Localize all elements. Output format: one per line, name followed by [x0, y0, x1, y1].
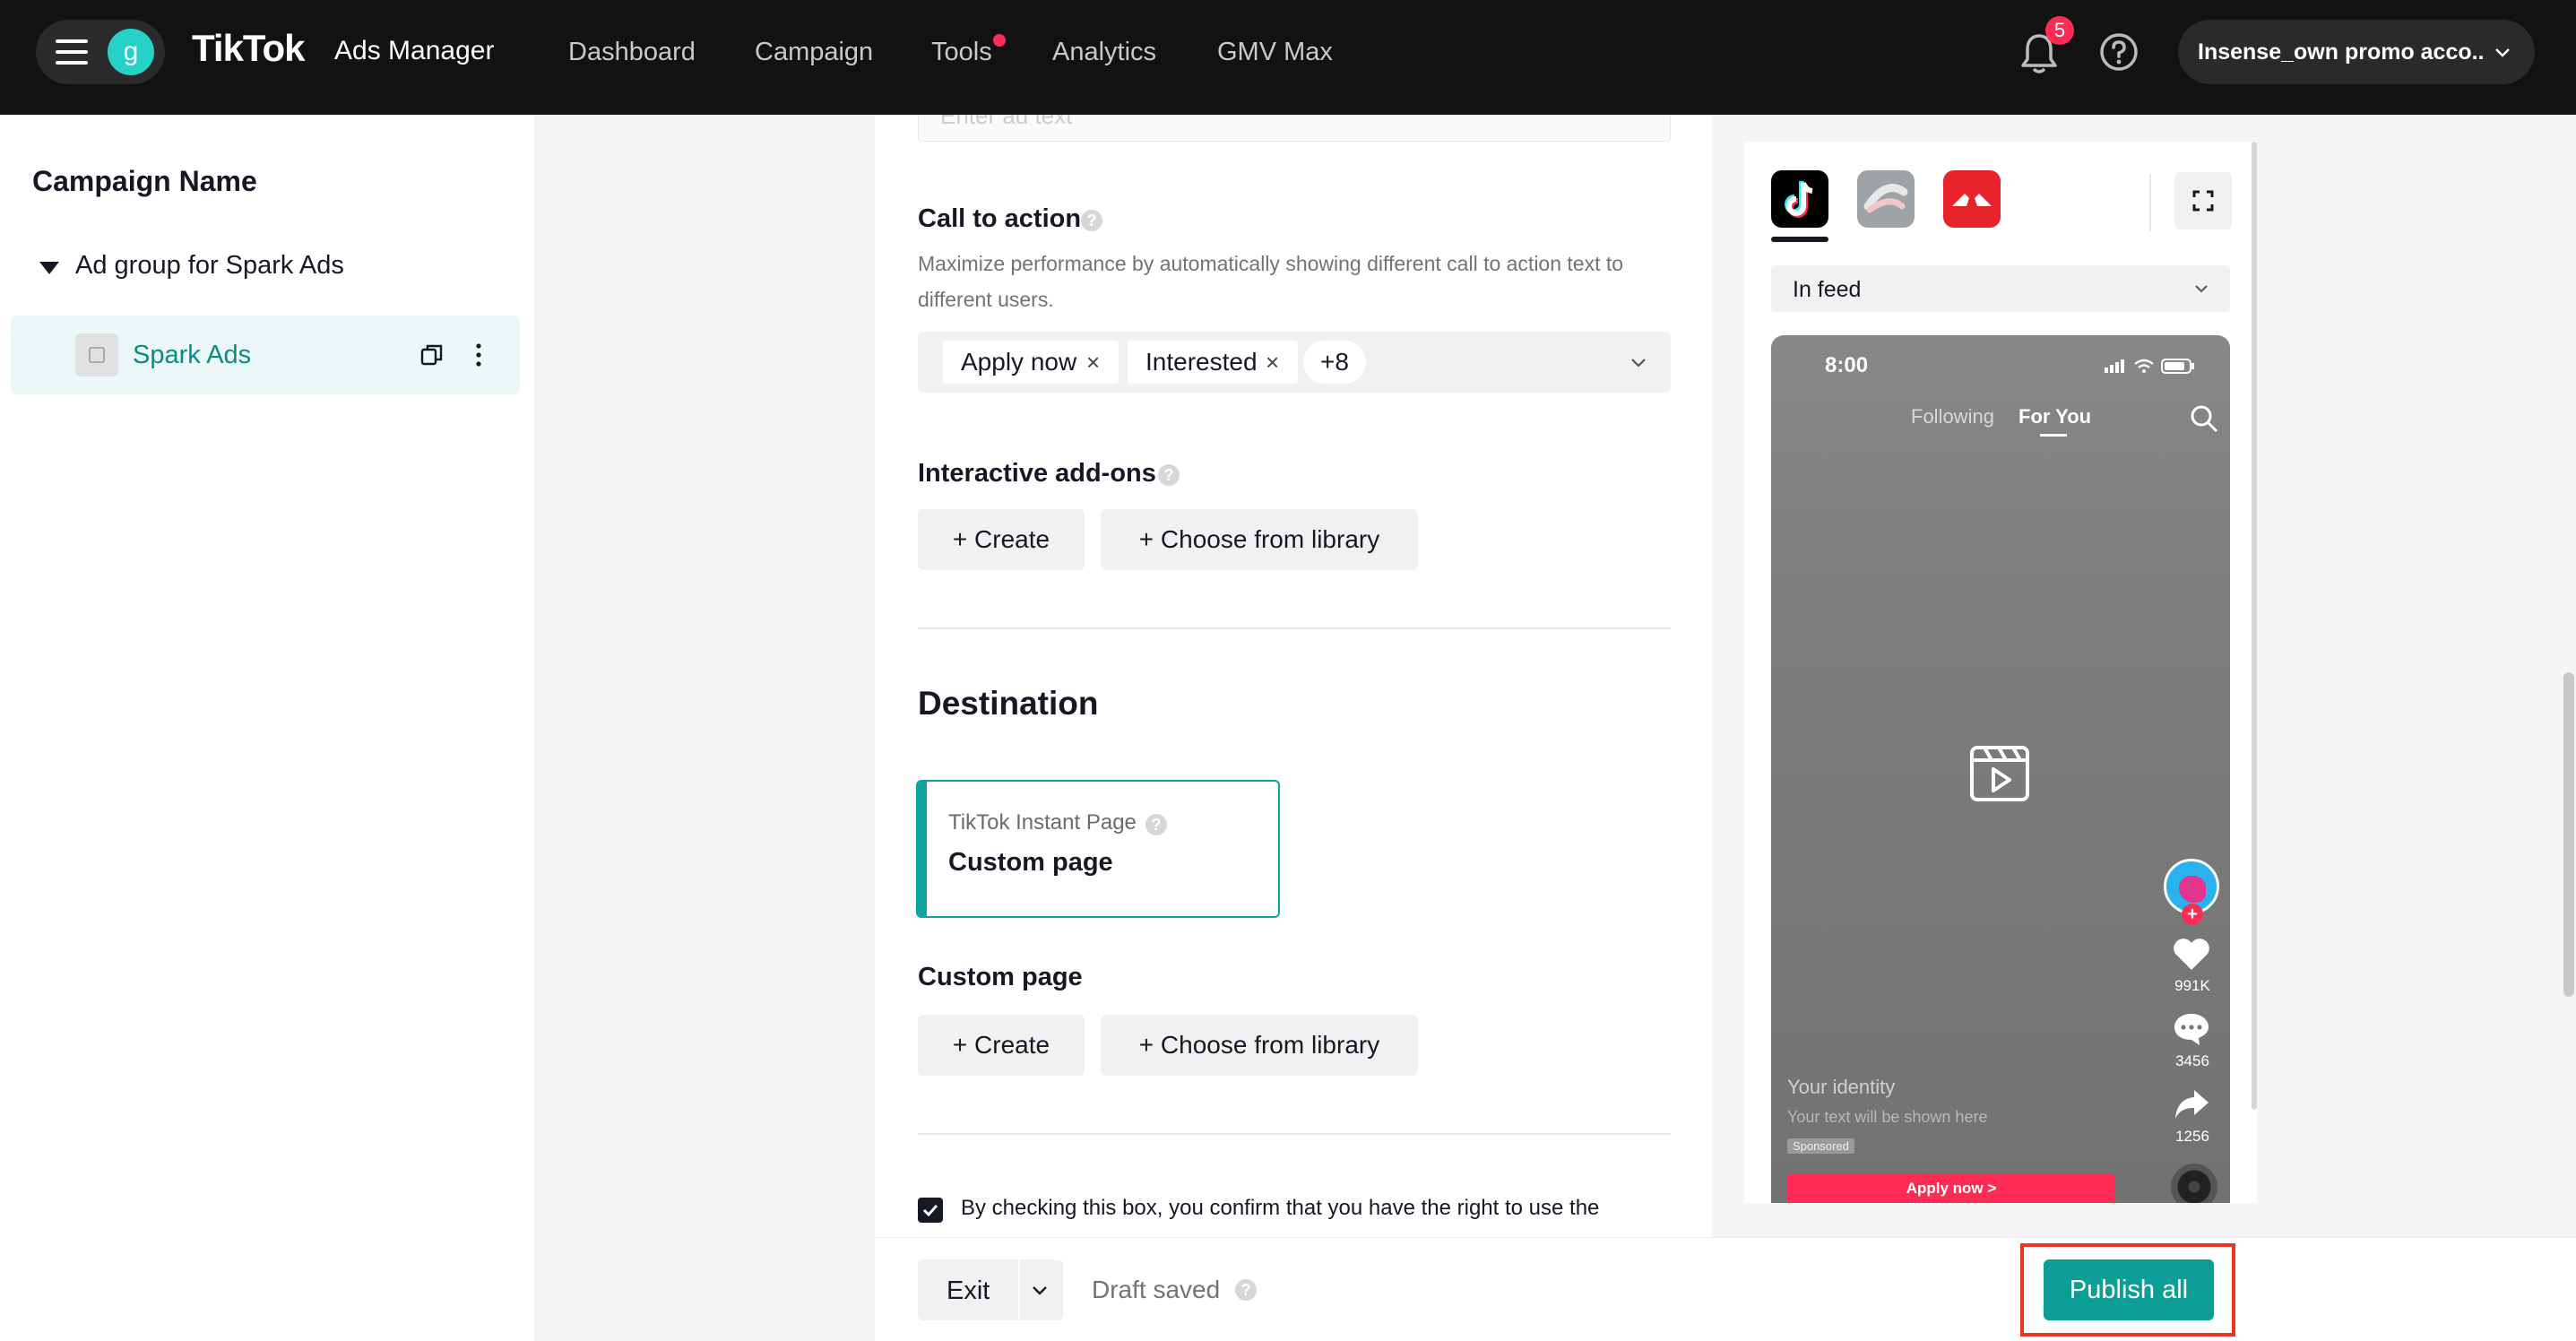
preview-scrollbar[interactable] [2252, 142, 2257, 1110]
ad-text-input[interactable]: Enter ad text [918, 115, 1671, 142]
consent-text: By checking this box, you confirm that y… [961, 1196, 1600, 1220]
status-bar-icons [2105, 359, 2194, 374]
ad-group-name[interactable]: Ad group for Spark Ads [75, 251, 344, 281]
sponsored-badge: Sponsored [1787, 1138, 1854, 1154]
custom-page-library-button[interactable]: + Choose from library [1101, 1015, 1418, 1076]
consent-checkbox[interactable] [918, 1198, 943, 1223]
ad-name: Spark Ads [133, 341, 252, 369]
nav-tools[interactable]: Tools [931, 38, 992, 67]
ad-form: Enter ad text Call to action ? Maximize … [875, 115, 1712, 1341]
destination-card-subtitle: TikTok Instant Page [948, 810, 1137, 835]
destination-card-custom-page[interactable]: TikTok Instant Page ? Custom page [916, 780, 1280, 918]
shares-count: 1256 [2175, 1128, 2209, 1145]
divider [2149, 174, 2151, 231]
following-tab: Following [1911, 405, 1994, 428]
fullscreen-icon [2192, 190, 2214, 212]
close-icon[interactable]: × [1266, 341, 1279, 384]
chevron-down-icon[interactable] [1628, 351, 1649, 373]
menu-pill[interactable]: g [36, 20, 165, 84]
chevron-down-icon [2495, 48, 2510, 57]
draft-status: Draft saved [1092, 1276, 1221, 1303]
exit-label: Exit [947, 1276, 990, 1305]
cta-tag-interested: Interested × [1128, 341, 1298, 384]
account-switcher[interactable]: Insense_own promo acco... [2178, 20, 2535, 84]
cta-more-count[interactable]: +8 [1303, 341, 1366, 384]
status-time: 8:00 [1825, 353, 1869, 377]
top-bar: g TikTok Ads Manager Dashboard Campaign … [0, 0, 2576, 115]
addons-label: Interactive add-ons [918, 459, 1156, 488]
cta-select[interactable]: Apply now × Interested × +8 [918, 332, 1671, 393]
divider [918, 627, 1671, 629]
notification-badge: 5 [2045, 16, 2074, 45]
custom-page-label: Custom page [918, 963, 1083, 991]
fullscreen-button[interactable] [2174, 172, 2232, 229]
share-icon [2175, 1090, 2209, 1119]
cta-label: Call to action [918, 204, 1082, 233]
custom-page-create-button[interactable]: + Create [918, 1015, 1085, 1076]
heart-icon [2174, 939, 2209, 970]
ad-text-placeholder: Enter ad text [940, 115, 1073, 129]
destination-card-title: Custom page [948, 848, 1113, 877]
addons-library-button[interactable]: + Choose from library [1101, 509, 1418, 570]
nav-dashboard[interactable]: Dashboard [568, 38, 696, 67]
search-icon [2191, 405, 2218, 433]
hamburger-icon[interactable] [56, 39, 88, 65]
divider [918, 1133, 1671, 1135]
copy-icon[interactable] [419, 342, 445, 368]
follow-plus-icon: + [2182, 904, 2203, 925]
preview-ad-text: Your text will be shown here [1787, 1108, 1988, 1126]
question-icon[interactable]: ? [1145, 814, 1167, 835]
preview-cta-button: Apply now > [1787, 1174, 2115, 1203]
campaign-tree-sidebar: Campaign Name Ad group for Spark Ads Spa… [0, 115, 534, 1341]
music-disc-icon [2171, 1164, 2217, 1203]
selected-app-indicator [1771, 237, 1828, 242]
nav-gmv-max[interactable]: GMV Max [1217, 38, 1333, 67]
bottom-action-bar: Exit Draft saved ? Publish all [875, 1237, 2576, 1341]
publish-all-button[interactable]: Publish all [2044, 1259, 2214, 1320]
video-placeholder-icon [1970, 746, 2029, 801]
nav-analytics[interactable]: Analytics [1052, 38, 1156, 67]
question-icon[interactable]: ? [1158, 464, 1180, 486]
for-you-tab: For You [2018, 405, 2092, 428]
tiktok-app-icon[interactable] [1771, 170, 1828, 228]
tiktok-logo: TikTok [192, 27, 305, 69]
question-icon[interactable]: ? [1235, 1279, 1257, 1301]
chevron-down-icon[interactable] [1029, 1279, 1050, 1301]
more-vertical-icon[interactable] [475, 342, 482, 368]
help-icon[interactable] [2099, 32, 2139, 72]
pangle-app-icon[interactable] [1857, 170, 1915, 228]
cta-tag-apply-now: Apply now × [943, 341, 1119, 384]
topbuzz-app-icon[interactable] [1943, 170, 2001, 228]
account-name: Insense_own promo acco... [2198, 39, 2485, 65]
placement-select[interactable]: In feed [1771, 265, 2230, 312]
likes-count: 991K [2174, 977, 2210, 994]
destination-heading: Destination [918, 685, 1099, 722]
user-avatar[interactable]: g [108, 29, 154, 75]
tools-notification-dot [993, 34, 1006, 47]
ad-preview-panel: In feed 8:00 Following For You + 991K 34… [1744, 142, 2257, 1203]
ad-thumbnail [75, 333, 118, 376]
addons-create-button[interactable]: + Create [918, 509, 1085, 570]
phone-mockup: 8:00 Following For You + 991K 3456 1256 … [1771, 335, 2230, 1203]
exit-button[interactable]: Exit [918, 1259, 1063, 1320]
comments-count: 3456 [2175, 1052, 2209, 1069]
chevron-down-icon [2195, 285, 2208, 293]
close-icon[interactable]: × [1086, 341, 1100, 384]
preview-identity: Your identity [1787, 1076, 1896, 1098]
question-icon[interactable]: ? [1081, 210, 1102, 231]
page-scrollbar[interactable] [2563, 672, 2574, 997]
ads-manager-label: Ads Manager [334, 36, 495, 65]
nav-campaign[interactable]: Campaign [755, 38, 873, 67]
comment-icon [2174, 1014, 2209, 1045]
caret-down-icon[interactable] [39, 262, 59, 274]
placement-value: In feed [1793, 277, 1862, 302]
campaign-name[interactable]: Campaign Name [32, 165, 257, 198]
ad-item-spark-ads[interactable]: Spark Ads [11, 316, 520, 394]
cta-description: Maximize performance by automatically sh… [918, 252, 1624, 311]
